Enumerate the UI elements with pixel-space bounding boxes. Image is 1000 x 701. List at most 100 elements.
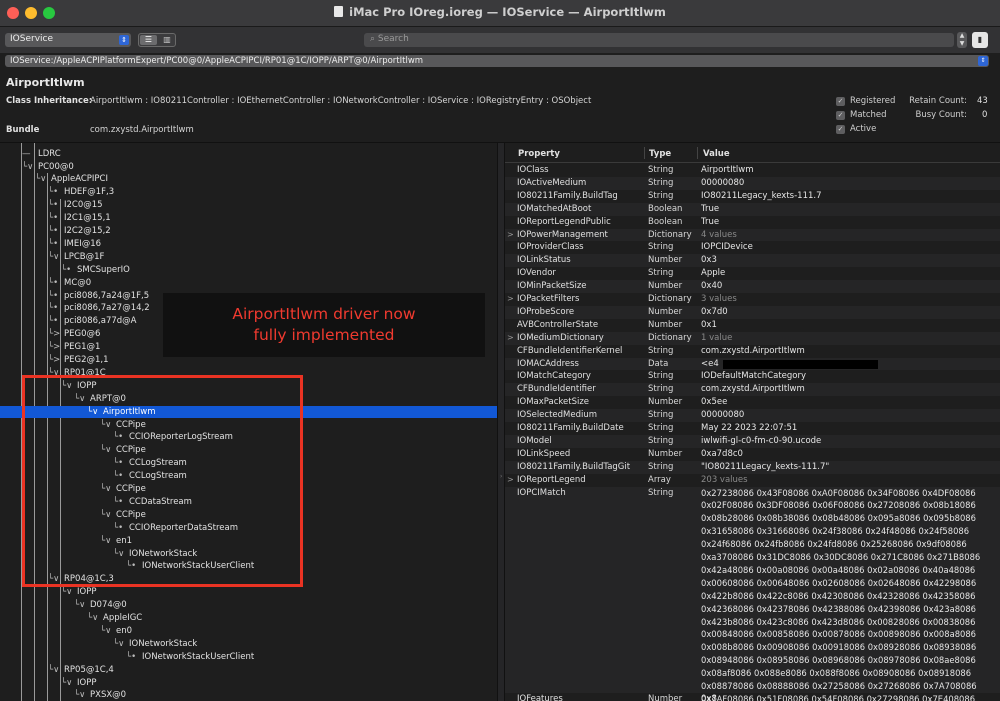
- value-column-header[interactable]: Value: [703, 149, 730, 159]
- disclosure-expanded-icon[interactable]: └∨: [48, 664, 59, 677]
- plane-select[interactable]: IOService ⇕: [5, 33, 131, 47]
- tree-node[interactable]: └∨ PC00@0: [0, 161, 497, 174]
- disclosure-collapsed-icon[interactable]: └>: [48, 328, 60, 341]
- tree-node[interactable]: — LDRC: [0, 148, 497, 161]
- disclosure-expanded-icon[interactable]: —: [22, 148, 31, 161]
- property-row[interactable]: IOPCIMatch String 0x27238086 0x43F08086 0x…: [505, 486, 1000, 701]
- property-row[interactable]: > IOReportLegend Array 203 values: [505, 474, 1000, 487]
- disclosure-expanded-icon[interactable]: └∨: [74, 599, 85, 612]
- property-row[interactable]: IO80211Family.BuildTagGit String "IO80211L…: [505, 460, 1000, 474]
- property-column-header[interactable]: Property: [518, 149, 560, 159]
- property-row[interactable]: IOActiveMedium String 00000080: [505, 176, 1000, 190]
- property-row[interactable]: IOMaxPacketSize Number 0x5ee: [505, 396, 1000, 409]
- tree-node[interactable]: └∨ IONetworkStack: [0, 638, 497, 651]
- disclosure-collapsed-icon[interactable]: └>: [48, 341, 60, 354]
- tree-node[interactable]: └∨ AppleIGC: [0, 612, 497, 625]
- path-popup[interactable]: IOService:/AppleACPIPlatformExpert/PC00@…: [5, 55, 989, 67]
- property-row[interactable]: IOLinkSpeed Number 0xa7d8c0: [505, 448, 1000, 461]
- disclosure-collapsed-icon[interactable]: >: [507, 332, 514, 345]
- column-view-icon[interactable]: ▥: [159, 35, 175, 45]
- registered-checkbox: ✓: [836, 97, 845, 106]
- disclosure-expanded-icon[interactable]: └∨: [100, 625, 111, 638]
- type-column-header[interactable]: Type: [649, 149, 671, 159]
- property-row[interactable]: IOLinkStatus Number 0x3: [505, 254, 1000, 268]
- property-type: Dictionary: [648, 229, 692, 240]
- property-row[interactable]: IO80211Family.BuildTag String IO80211Legac…: [505, 190, 1000, 203]
- tree-node[interactable]: └• MC@0: [0, 277, 497, 290]
- tree-node[interactable]: └• I2C2@15,2: [0, 225, 497, 238]
- disclosure-collapsed-icon[interactable]: >: [507, 474, 514, 487]
- window-title-text: iMac Pro IOreg.ioreg — IOService — Airpo…: [349, 5, 666, 19]
- disclosure-expanded-icon[interactable]: └∨: [22, 161, 33, 174]
- tree-node[interactable]: └• HDEF@1F,3: [0, 186, 497, 199]
- property-key: IOActiveMedium: [517, 177, 587, 188]
- property-row[interactable]: > IOMediumDictionary Dictionary 1 value: [505, 331, 1000, 345]
- property-row[interactable]: IOProviderClass String IOPCIDevice: [505, 241, 1000, 254]
- column-separator[interactable]: [644, 147, 645, 159]
- disclosure-expanded-icon[interactable]: └∨: [48, 251, 59, 264]
- tree-node[interactable]: └∨ IOPP: [0, 586, 497, 599]
- disclosure-expanded-icon[interactable]: └∨: [61, 586, 72, 599]
- property-type: String: [648, 384, 674, 395]
- pane-splitter[interactable]: ›: [497, 143, 505, 701]
- property-row[interactable]: CFBundleIdentifier String com.zxystd.Airpo…: [505, 383, 1000, 397]
- property-key: CFBundleIdentifier: [517, 384, 596, 395]
- property-row[interactable]: IOMatchCategory String IODefaultMatchCateg…: [505, 370, 1000, 383]
- inspector-toggle-button[interactable]: ▮: [972, 32, 988, 48]
- search-stepper[interactable]: ▲ ▼: [957, 32, 967, 48]
- tree-node[interactable]: └• IMEI@16: [0, 238, 497, 251]
- column-separator[interactable]: [697, 147, 698, 159]
- tree-node[interactable]: └∨ LPCB@1F: [0, 251, 497, 264]
- property-row[interactable]: IOFeatures Number 0x8: [505, 693, 1000, 701]
- disclosure-expanded-icon[interactable]: └∨: [61, 677, 72, 690]
- view-mode-toggle[interactable]: ☰ ▥: [138, 33, 176, 47]
- property-row[interactable]: IOClass String AirportItlwm: [505, 164, 1000, 177]
- tree-node[interactable]: └∨ D074@0: [0, 599, 497, 612]
- property-row[interactable]: IOMatchedAtBoot Boolean True: [505, 202, 1000, 216]
- tree-node[interactable]: └• I2C1@15,1: [0, 212, 497, 225]
- disclosure-collapsed-icon[interactable]: └>: [48, 354, 60, 367]
- tree-node-label: IONetworkStack: [129, 638, 198, 649]
- property-row[interactable]: IO80211Family.BuildDate String May 22 2023…: [505, 422, 1000, 435]
- property-type: Number: [648, 448, 683, 459]
- tree-node[interactable]: └∨ PXSX@0: [0, 689, 497, 701]
- property-key: IOProbeScore: [517, 306, 575, 317]
- tree-node[interactable]: └∨ AppleACPIPCI: [0, 173, 497, 186]
- property-row[interactable]: IOVendor String Apple: [505, 267, 1000, 280]
- property-key: IOFeatures: [517, 693, 563, 701]
- tree-node-label: pci8086,a77d@A: [64, 316, 137, 327]
- property-row[interactable]: > IOPacketFilters Dictionary 3 values: [505, 293, 1000, 306]
- tree-node[interactable]: └• IONetworkStackUserClient: [0, 651, 497, 664]
- property-value: iwlwifi-gl-c0-fm-c0-90.ucode: [701, 435, 822, 446]
- disclosure-collapsed-icon[interactable]: >: [507, 229, 514, 242]
- property-key: IOReportLegendPublic: [517, 216, 611, 227]
- splitter-grip-icon: ›: [500, 473, 503, 480]
- tree-node[interactable]: └∨ IOPP: [0, 677, 497, 690]
- disclosure-collapsed-icon[interactable]: >: [507, 293, 514, 306]
- property-row[interactable]: IOReportLegendPublic Boolean True: [505, 216, 1000, 229]
- tree-node[interactable]: └∨ RP05@1C,4: [0, 664, 497, 677]
- property-key: IOMACAddress: [517, 358, 579, 369]
- property-row[interactable]: > IOPowerManagement Dictionary 4 values: [505, 228, 1000, 242]
- property-row[interactable]: IOProbeScore Number 0x7d0: [505, 305, 1000, 319]
- toolbar: IOService ⇕ ☰ ▥ ⌕ Search ▲ ▼ ▮: [0, 27, 1000, 53]
- disclosure-expanded-icon[interactable]: └∨: [113, 638, 124, 651]
- property-type: String: [648, 190, 674, 201]
- disclosure-expanded-icon[interactable]: └∨: [74, 689, 85, 701]
- property-row[interactable]: CFBundleIdentifierKernel String com.zxystd…: [505, 345, 1000, 358]
- search-input[interactable]: ⌕ Search: [364, 33, 954, 47]
- properties-table[interactable]: Property Type Value IOClass String Airport…: [505, 143, 1000, 701]
- disclosure-expanded-icon[interactable]: └∨: [35, 173, 46, 186]
- path-text: IOService:/AppleACPIPlatformExpert/PC00@…: [10, 56, 424, 66]
- property-row[interactable]: IOMACAddress Data <e4: [505, 357, 1000, 371]
- property-row[interactable]: IOMinPacketSize Number 0x40: [505, 280, 1000, 293]
- list-view-icon[interactable]: ☰: [140, 35, 157, 45]
- property-row[interactable]: IOSelectedMedium String 00000080: [505, 409, 1000, 422]
- redaction-bar: [723, 359, 878, 369]
- tree-node[interactable]: └• I2C0@15: [0, 199, 497, 212]
- tree-node[interactable]: └∨ en0: [0, 625, 497, 638]
- disclosure-expanded-icon[interactable]: └∨: [87, 612, 98, 625]
- property-row[interactable]: AVBControllerState Number 0x1: [505, 319, 1000, 332]
- property-row[interactable]: IOModel String iwlwifi-gl-c0-fm-c0-90.ucod…: [505, 434, 1000, 448]
- tree-node[interactable]: └• SMCSuperIO: [0, 264, 497, 277]
